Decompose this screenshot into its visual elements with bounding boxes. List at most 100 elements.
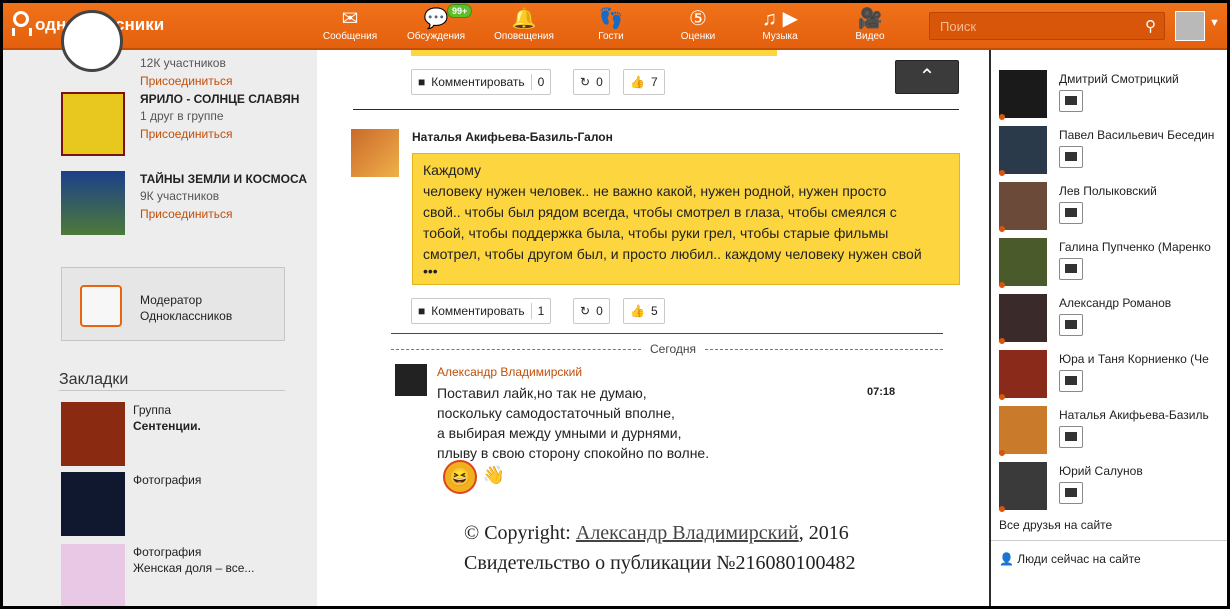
message-icon[interactable] xyxy=(1059,146,1083,168)
discussions-badge: 99+ xyxy=(447,4,473,18)
friend-avatar[interactable] xyxy=(999,350,1047,398)
group-title[interactable]: ЯРИЛО - СОЛНЦЕ СЛАВЯН xyxy=(140,91,310,107)
post-author[interactable]: Наталья Акифьева-Базиль-Галон xyxy=(412,130,613,144)
bookmark-thumbnail[interactable] xyxy=(61,544,125,606)
date-separator: Сегодня xyxy=(391,342,943,356)
friend-avatar[interactable] xyxy=(999,294,1047,342)
message-icon[interactable] xyxy=(1059,314,1083,336)
friend-name[interactable]: Юрий Салунов xyxy=(1059,464,1227,478)
message-icon[interactable] xyxy=(1059,482,1083,504)
share-button[interactable]: ↻ 0 xyxy=(573,298,610,324)
join-link[interactable]: Присоединиться xyxy=(140,125,310,143)
scroll-up-button[interactable]: ⌃ xyxy=(895,60,959,94)
like-button[interactable]: 👍 7 xyxy=(623,69,665,95)
chevron-down-icon[interactable]: ▼ xyxy=(1209,17,1220,29)
nav-messages[interactable]: ✉ Сообщения xyxy=(315,5,385,42)
friend-item[interactable]: Павел Васильевич Беседин xyxy=(999,126,1227,176)
group-thumbnail[interactable] xyxy=(61,10,123,72)
friend-item[interactable]: Юра и Таня Корниенко (Че xyxy=(999,350,1227,400)
nav-discussions[interactable]: 💬 Обсуждения 99+ xyxy=(401,4,473,42)
join-link[interactable]: Присоединиться xyxy=(140,205,310,223)
copyright-author-link[interactable]: Александр Владимирский xyxy=(576,522,799,544)
person-icon: 👤 xyxy=(999,552,1014,566)
bookmark-type: Группа xyxy=(133,403,172,417)
nav-notifications[interactable]: 🔔 Оповещения xyxy=(489,5,559,42)
search-box: ⚲ xyxy=(929,12,1165,40)
message-icon[interactable] xyxy=(1059,258,1083,280)
certificate: Свидетельство о публикации №216080100482 xyxy=(464,552,856,574)
friend-name[interactable]: Юра и Таня Корниенко (Че xyxy=(1059,352,1227,366)
envelope-icon: ✉ xyxy=(341,8,359,30)
bookmark-thumbnail[interactable] xyxy=(61,472,125,536)
speech-bubble-icon: ■ xyxy=(418,75,426,89)
online-dot xyxy=(999,114,1005,120)
friend-avatar[interactable] xyxy=(999,126,1047,174)
search-icon[interactable]: ⚲ xyxy=(1145,17,1156,35)
friend-avatar[interactable] xyxy=(999,406,1047,454)
divider xyxy=(353,109,959,110)
friend-name[interactable]: Лев Полыковский xyxy=(1059,184,1227,198)
online-dot xyxy=(999,506,1005,512)
bookmark-name[interactable]: Женская доля – все... xyxy=(133,560,254,576)
share-icon: ↻ xyxy=(580,75,591,89)
message-icon[interactable] xyxy=(1059,426,1083,448)
like-button[interactable]: 👍 5 xyxy=(623,298,665,324)
divider xyxy=(391,333,943,334)
friend-item[interactable]: Александр Романов xyxy=(999,294,1227,344)
post-text[interactable]: Каждому человеку нужен человек.. не важн… xyxy=(412,153,960,285)
comment-author[interactable]: Александр Владимирский xyxy=(437,365,582,379)
friend-avatar[interactable] xyxy=(999,182,1047,230)
friend-avatar[interactable] xyxy=(999,238,1047,286)
nav-guests[interactable]: 👣 Гости xyxy=(576,5,646,42)
divider xyxy=(991,540,1227,541)
online-dot xyxy=(999,394,1005,400)
author-avatar[interactable] xyxy=(351,129,399,177)
group-thumbnail[interactable] xyxy=(61,92,125,156)
nav-ratings[interactable]: ⑤ Оценки xyxy=(663,5,733,42)
group-meta: 12К участников xyxy=(140,56,226,70)
all-friends-link[interactable]: Все друзья на сайте xyxy=(999,518,1112,532)
nav-music[interactable]: ♫ ▶ Музыка xyxy=(745,5,815,42)
music-note-icon: ♫ ▶ xyxy=(762,8,798,30)
friend-name[interactable]: Александр Романов xyxy=(1059,296,1227,310)
feed: ■ Комментировать 0 ↻ 0 👍 7 ⌃ Наталья Аки… xyxy=(317,50,989,606)
bookmark-thumbnail[interactable] xyxy=(61,402,125,466)
share-count: 0 xyxy=(596,304,603,318)
friend-name[interactable]: Павел Васильевич Беседин xyxy=(1059,128,1227,142)
friend-avatar[interactable] xyxy=(999,70,1047,118)
friend-item[interactable]: Дмитрий Смотрицкий xyxy=(999,70,1227,120)
share-icon: ↻ xyxy=(580,304,591,318)
friend-avatar[interactable] xyxy=(999,462,1047,510)
group-thumbnail[interactable] xyxy=(61,171,125,235)
friend-item[interactable]: Юрий Салунов xyxy=(999,462,1227,512)
friend-name[interactable]: Дмитрий Смотрицкий xyxy=(1059,72,1227,86)
bookmark-type: Фотография xyxy=(133,473,202,487)
message-icon[interactable] xyxy=(1059,202,1083,224)
user-avatar[interactable] xyxy=(1175,11,1205,41)
bookmark-name[interactable]: Сентенции. xyxy=(133,419,201,433)
people-online-link[interactable]: 👤 Люди сейчас на сайте xyxy=(999,552,1141,566)
join-link[interactable]: Присоединиться xyxy=(140,72,310,90)
moderator-banner[interactable]: Модератор Одноклассников xyxy=(61,267,285,341)
friend-name[interactable]: Наталья Акифьева-Базиль xyxy=(1059,408,1227,422)
more-icon[interactable]: ••• xyxy=(423,264,949,278)
friend-item[interactable]: Наталья Акифьева-Базиль xyxy=(999,406,1227,456)
friend-item[interactable]: Лев Полыковский xyxy=(999,182,1227,232)
comment-text: Поставил лайк,но так не думаю, поскольку… xyxy=(437,385,710,461)
comment-button[interactable]: ■ Комментировать 1 xyxy=(411,298,552,324)
group-title[interactable]: ТАЙНЫ ЗЕМЛИ И КОСМОСА xyxy=(140,171,310,187)
friend-name[interactable]: Галина Пупченко (Маренко xyxy=(1059,240,1227,254)
share-button[interactable]: ↻ 0 xyxy=(573,69,610,95)
comment-button[interactable]: ■ Комментировать 0 xyxy=(411,69,552,95)
commenter-avatar[interactable] xyxy=(395,364,427,396)
date-label: Сегодня xyxy=(643,342,703,356)
online-dot xyxy=(999,450,1005,456)
search-input[interactable] xyxy=(930,13,1150,39)
friend-item[interactable]: Галина Пупченко (Маренко xyxy=(999,238,1227,288)
nav-video[interactable]: 🎥 Видео xyxy=(835,5,905,42)
comment-count: 1 xyxy=(537,304,545,318)
message-icon[interactable] xyxy=(1059,370,1083,392)
footprints-icon: 👣 xyxy=(598,8,624,30)
message-icon[interactable] xyxy=(1059,90,1083,112)
bell-icon: 🔔 xyxy=(511,8,537,30)
